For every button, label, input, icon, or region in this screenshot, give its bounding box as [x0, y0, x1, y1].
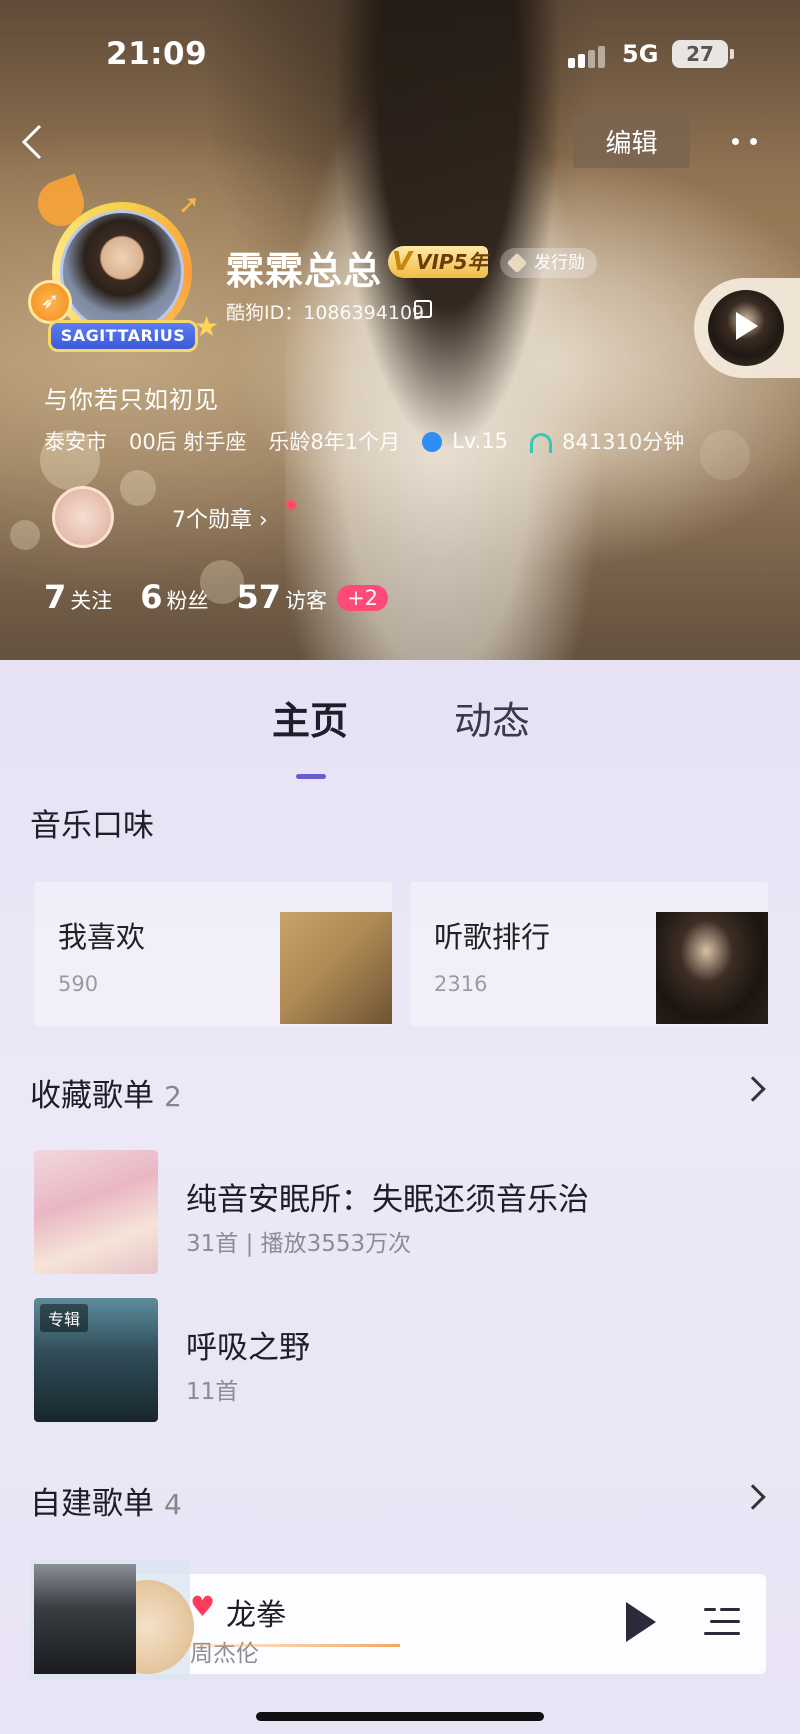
back-icon[interactable] [18, 120, 48, 164]
profile-meta: 泰安市 00后 射手座 乐龄8年1个月 Lv.15 841310分钟 [44, 426, 706, 456]
age-zodiac: 00后 射手座 [129, 430, 247, 454]
status-bar: 21:09 5G 27 [0, 30, 800, 80]
headphones-icon [530, 433, 553, 453]
listen-time[interactable]: 841310分钟 [530, 426, 684, 456]
collected-count: 2 [164, 1080, 182, 1113]
created-title-text: 自建歌单 [30, 1486, 154, 1522]
card-title: 听歌排行 [434, 920, 551, 954]
sagittarius-icon: ➶ [28, 280, 72, 324]
network-type: 5G [622, 40, 659, 68]
avatar-frame[interactable]: ➚ ➶ SAGITTARIUS ★ [28, 173, 220, 360]
medals-link[interactable]: 7个勋章 › [172, 502, 268, 534]
visitors-count: 57 [236, 578, 282, 616]
arrow-icon: ➚ [178, 190, 200, 220]
fans-count: 6 [140, 578, 163, 616]
tab-indicator [296, 774, 326, 779]
profile-content: 主页 动态 音乐口味 我喜欢 590 听歌排行 2316 收藏歌单 2 纯音安眠所… [0, 660, 800, 1734]
card-count: 590 [58, 972, 99, 996]
signature: 与你若只如初见 [44, 386, 219, 414]
new-visitors-badge: +2 [337, 585, 389, 611]
playlist-subtitle: 11首 [186, 1379, 239, 1405]
city: 泰安市 [44, 430, 107, 454]
issuer-badge[interactable]: 发行勋 [500, 248, 597, 278]
playback-progress [150, 1644, 400, 1647]
play-icon[interactable] [626, 1602, 656, 1642]
created-title[interactable]: 自建歌单 4 [30, 1478, 182, 1523]
liked-songs-card[interactable]: 我喜欢 590 [34, 882, 392, 1026]
playlist-subtitle: 31首 | 播放3553万次 [186, 1231, 412, 1257]
now-playing-title: 龙拳 [226, 1598, 286, 1633]
music-age: 乐龄8年1个月 [268, 430, 401, 454]
playlist-queue-icon[interactable] [704, 1604, 740, 1640]
now-playing-artist: 周杰伦 [190, 1641, 259, 1667]
playlist-title: 纯音安眠所：失眠还须音乐治 [186, 1182, 589, 1218]
battery-icon: 27 [672, 40, 734, 68]
profile-header: 21:09 5G 27 编辑 ➚ ➶ SAGITTARIUS ★ 霖霖总总 VI… [0, 0, 800, 660]
edit-button[interactable]: 编辑 [573, 114, 690, 168]
listen-rank-card[interactable]: 听歌排行 2316 [410, 882, 768, 1026]
vip-badge[interactable]: VIP5年 [388, 246, 488, 278]
more-icon[interactable] [728, 126, 764, 156]
created-chevron-icon[interactable] [740, 1484, 766, 1510]
playlist-cover [34, 1150, 158, 1274]
tab-home[interactable]: 主页 [272, 690, 348, 745]
tab-dynamic[interactable]: 动态 [454, 690, 530, 745]
visitors-label: 访客 [285, 589, 328, 613]
play-icon[interactable] [736, 312, 758, 340]
signal-icon [568, 44, 608, 68]
music-taste-title: 音乐口味 [30, 808, 154, 844]
level-text: Lv.15 [452, 429, 509, 453]
collected-chevron-icon[interactable] [740, 1076, 766, 1102]
listen-time-text: 841310分钟 [562, 430, 685, 454]
zodiac-label: SAGITTARIUS [48, 320, 198, 352]
stats-row: 7 关注 6 粉丝 57 访客 +2 [44, 578, 416, 616]
medal-icon[interactable] [52, 486, 114, 548]
playlist-item[interactable]: 专辑 呼吸之野 11首 [34, 1298, 774, 1424]
created-count: 4 [164, 1488, 182, 1521]
status-time: 21:09 [106, 36, 208, 72]
playlist-title: 呼吸之野 [186, 1330, 310, 1366]
card-title: 我喜欢 [58, 920, 146, 954]
collected-title-text: 收藏歌单 [30, 1078, 154, 1114]
star-icon: ★ [194, 310, 220, 343]
home-indicator [256, 1712, 544, 1721]
mini-player[interactable]: ♥ 龙拳 周杰伦 [30, 1560, 766, 1680]
liked-cover-image [280, 912, 392, 1024]
side-play-widget[interactable] [694, 278, 800, 378]
level-icon [422, 432, 443, 452]
avatar[interactable] [60, 210, 184, 334]
username: 霖霖总总 [226, 249, 383, 293]
copy-icon[interactable] [414, 300, 432, 318]
playlist-item[interactable]: 纯音安眠所：失眠还须音乐治 31首 | 播放3553万次 [34, 1150, 774, 1276]
following-count: 7 [44, 578, 67, 616]
following-stat[interactable]: 7 关注 [44, 578, 112, 616]
now-playing-cover [34, 1564, 136, 1674]
level[interactable]: Lv.15 [422, 429, 508, 453]
following-label: 关注 [70, 589, 113, 613]
notification-dot [286, 500, 296, 510]
rank-cover-image [656, 912, 768, 1024]
collected-title[interactable]: 收藏歌单 2 [30, 1070, 182, 1115]
visitors-stat[interactable]: 57 访客 +2 [237, 578, 389, 616]
heart-icon[interactable]: ♥ [190, 1590, 215, 1623]
tab-bar: 主页 动态 [0, 690, 800, 779]
card-count: 2316 [434, 972, 488, 996]
album-tag: 专辑 [40, 1304, 89, 1332]
kugou-id: 酷狗ID：1086394109 [226, 302, 425, 324]
fans-stat[interactable]: 6 粉丝 [140, 578, 208, 616]
fans-label: 粉丝 [166, 589, 209, 613]
